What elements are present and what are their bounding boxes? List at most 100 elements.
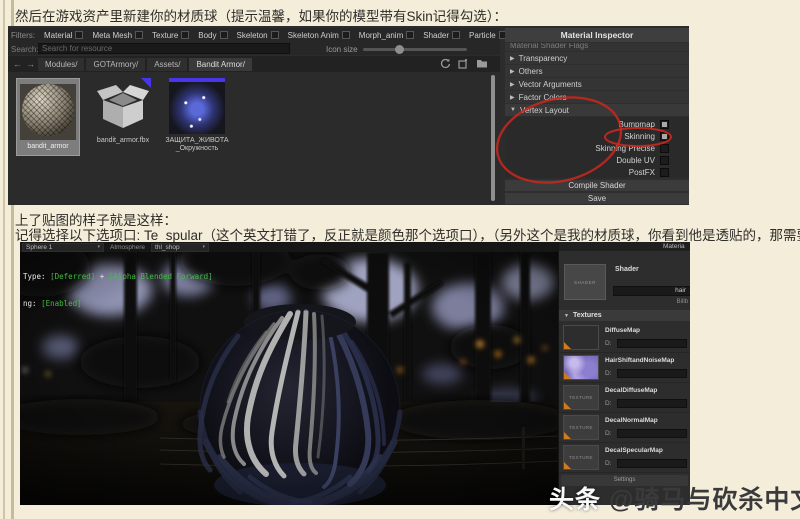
asset-grid: bandit_armor bandit_armor.fbx ЗАЩИТА_ЖИВ bbox=[8, 72, 500, 205]
texture-row-diffusemap: DiffuseMap D: bbox=[559, 323, 690, 353]
refresh-icon[interactable] bbox=[440, 58, 451, 69]
asset-tile-bandit-armor[interactable]: bandit_armor bbox=[16, 78, 80, 156]
folder-icon[interactable] bbox=[476, 58, 488, 69]
asset-tile-zashchita[interactable]: ЗАЩИТА_ЖИВОТА_Окружность bbox=[162, 78, 232, 153]
option-skinning: Skinning bbox=[505, 130, 689, 142]
filter-material[interactable]: Material bbox=[44, 31, 83, 40]
texture-path-field[interactable] bbox=[617, 369, 687, 378]
checkbox-icon[interactable] bbox=[271, 31, 279, 39]
compile-shader-button[interactable]: Compile Shader bbox=[505, 180, 689, 191]
filter-meta-mesh[interactable]: Meta Mesh bbox=[92, 31, 143, 40]
mesh-thumbnail bbox=[169, 78, 225, 134]
skinning-checkbox[interactable] bbox=[660, 132, 669, 141]
texture-row-hairshift: HairShiftandNoiseMap D: bbox=[559, 353, 690, 383]
entity-dropdown[interactable]: Sphere 1▾ bbox=[22, 243, 104, 252]
diffusemap-thumbnail[interactable] bbox=[563, 325, 599, 350]
filter-texture[interactable]: Texture bbox=[152, 31, 189, 40]
shader-value-field[interactable]: hair bbox=[613, 286, 690, 296]
filters-label: Filters: bbox=[11, 31, 35, 40]
hairshift-thumbnail[interactable] bbox=[563, 355, 599, 380]
back-button[interactable]: ← bbox=[12, 59, 23, 69]
texture-row-decalnormal: TEXTURE DecalNormalMap D: bbox=[559, 413, 690, 443]
decalnormal-thumbnail[interactable]: TEXTURE bbox=[563, 415, 599, 440]
render-mode-overlay: Type: [Deferred] + [Alpha Blended Forwar… bbox=[23, 254, 213, 326]
material-panel: Materia SHADER Shader hair Billb ▼Textur… bbox=[558, 242, 690, 505]
checkbox-icon[interactable] bbox=[342, 31, 350, 39]
collapse-icon: ▼ bbox=[564, 313, 569, 319]
shader-thumbnail[interactable]: SHADER bbox=[564, 264, 606, 300]
shader-label: Shader bbox=[615, 266, 639, 273]
watermark-handle: @骑马与砍杀中文站 bbox=[609, 486, 800, 514]
billboard-label-clipped: Billb bbox=[677, 299, 688, 305]
article-line-3: 记得选择以下选项口: Te_spular（这个英文打错了，反正就是颜色那个选项口… bbox=[15, 224, 800, 244]
forward-button[interactable]: → bbox=[25, 59, 36, 69]
page-left-border bbox=[3, 0, 5, 519]
section-others[interactable]: ▶Others bbox=[505, 65, 689, 77]
breadcrumb: ← → Modules/ GOTArmory/ Assets/ Bandit A… bbox=[8, 56, 500, 72]
checkbox-icon[interactable] bbox=[406, 31, 414, 39]
chevron-down-icon: ▾ bbox=[203, 244, 206, 250]
chevron-down-icon: ▾ bbox=[97, 244, 100, 250]
material-inspector-panel: Material Inspector Material Shader Flags… bbox=[505, 28, 689, 205]
breadcrumb-assets[interactable]: Assets/ bbox=[147, 58, 187, 71]
material-sphere-thumbnail bbox=[20, 84, 76, 140]
filter-morph-anim[interactable]: Morph_anim bbox=[359, 31, 414, 40]
textures-section-header[interactable]: ▼Textures bbox=[559, 310, 690, 321]
article-line-1: 然后在游戏资产里新建你的材质球（提示温馨，如果你的模型带有Skin记得勾选）： bbox=[15, 5, 507, 25]
option-bumpmap: Bumpmap bbox=[505, 118, 689, 130]
section-transparency[interactable]: ▶Transparency bbox=[505, 52, 689, 64]
section-vector-arguments[interactable]: ▶Vector Arguments bbox=[505, 78, 689, 90]
filter-skeleton-anim[interactable]: Skeleton Anim bbox=[288, 31, 350, 40]
asset-tile-bandit-armor-fbx[interactable]: bandit_armor.fbx bbox=[90, 78, 156, 145]
breadcrumb-gotarmory[interactable]: GOTArmory/ bbox=[86, 58, 145, 71]
texture-path-field[interactable] bbox=[617, 459, 687, 468]
search-bar: Search: Search for resource Icon size Ex… bbox=[8, 42, 500, 55]
section-factor-colors[interactable]: ▶Factor Colors bbox=[505, 91, 689, 103]
slider-knob[interactable] bbox=[395, 45, 404, 54]
collapse-icon: ▼ bbox=[510, 107, 516, 113]
atmosphere-dropdown[interactable]: thl_shop▾ bbox=[151, 243, 209, 252]
search-input[interactable]: Search for resource bbox=[38, 43, 290, 54]
expand-icon: ▶ bbox=[510, 81, 515, 88]
option-postfx: PostFX bbox=[505, 166, 689, 178]
filter-skeleton[interactable]: Skeleton bbox=[237, 31, 279, 40]
breadcrumb-bandit-armor[interactable]: Bandit Armor/ bbox=[189, 58, 251, 71]
scrollbar[interactable] bbox=[491, 75, 495, 201]
checkbox-icon[interactable] bbox=[452, 31, 460, 39]
checkbox-icon[interactable] bbox=[181, 31, 189, 39]
double-uv-checkbox[interactable] bbox=[660, 156, 669, 165]
filter-body[interactable]: Body bbox=[198, 31, 227, 40]
asset-browser-screenshot: Filters: Material Meta Mesh Texture Body… bbox=[8, 26, 689, 205]
postfx-checkbox[interactable] bbox=[660, 168, 669, 177]
icon-size-slider[interactable] bbox=[363, 48, 467, 51]
bumpmap-checkbox[interactable] bbox=[660, 120, 669, 129]
filter-shader[interactable]: Shader bbox=[423, 31, 460, 40]
panel-title: Material Inspector bbox=[505, 28, 689, 42]
checkbox-icon[interactable] bbox=[220, 31, 228, 39]
texture-path-field[interactable] bbox=[617, 399, 687, 408]
watermark: 头条 @骑马与砍杀中文站 bbox=[549, 480, 800, 516]
checkbox-icon[interactable] bbox=[75, 31, 83, 39]
search-label: Search: bbox=[11, 45, 39, 54]
decaldiffuse-thumbnail[interactable]: TEXTURE bbox=[563, 385, 599, 410]
checkbox-icon[interactable] bbox=[135, 31, 143, 39]
decalspecular-thumbnail[interactable]: TEXTURE bbox=[563, 445, 599, 470]
add-asset-icon[interactable] bbox=[458, 58, 469, 69]
breadcrumb-modules[interactable]: Modules/ bbox=[38, 58, 84, 71]
blue-corner-badge bbox=[141, 78, 151, 88]
texture-path-field[interactable] bbox=[617, 339, 687, 348]
texture-row-decalspecular: TEXTURE DecalSpecularMap D: bbox=[559, 443, 690, 473]
icon-size-label: Icon size bbox=[326, 45, 358, 54]
section-material-shader-flags[interactable]: Material Shader Flags bbox=[505, 43, 689, 51]
vertex-layout-options: Bumpmap Skinning Skinning Precise Double… bbox=[505, 117, 689, 178]
viewport-screenshot: Sphere 1▾ Atmosphere thl_shop▾ bbox=[20, 242, 690, 505]
skinning-precise-checkbox[interactable] bbox=[660, 144, 669, 153]
atmosphere-label: Atmosphere bbox=[110, 244, 145, 251]
section-vertex-layout[interactable]: ▼Vertex Layout bbox=[505, 104, 689, 116]
save-button[interactable]: Save bbox=[505, 193, 689, 204]
texture-path-field[interactable] bbox=[617, 429, 687, 438]
expand-icon: ▶ bbox=[510, 94, 515, 101]
filter-particle[interactable]: Particle bbox=[469, 31, 507, 40]
option-double-uv: Double UV bbox=[505, 154, 689, 166]
filters-bar: Filters: Material Meta Mesh Texture Body… bbox=[8, 28, 500, 42]
